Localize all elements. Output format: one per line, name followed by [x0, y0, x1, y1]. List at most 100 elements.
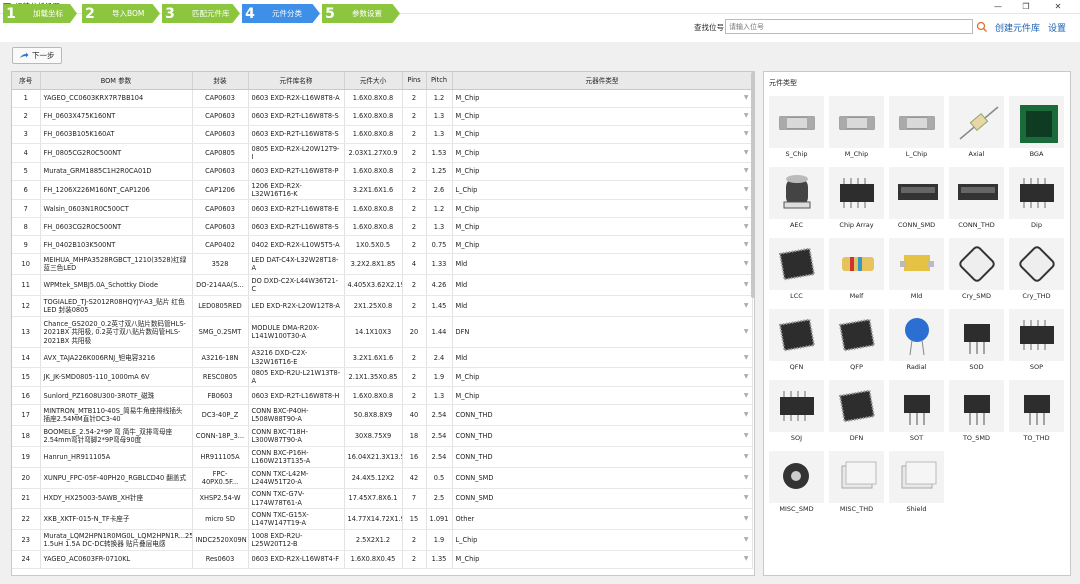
chevron-down-icon[interactable]: ▼	[744, 515, 749, 523]
component-type-tile[interactable]	[949, 96, 1004, 148]
table-row[interactable]: 4 FH_0805CG2R0C500NT CAP0805 0805 EXD-R2X-L…	[12, 143, 753, 163]
minimize-icon[interactable]: —	[986, 0, 1010, 14]
component-type[interactable]: M_Chip ▼	[452, 89, 753, 108]
table-row[interactable]: 11 WPMtek_SMBJ5.0A_Schottky Diode DO-214AA…	[12, 274, 753, 297]
component-type[interactable]: M_Chip ▼	[452, 199, 753, 219]
table-row[interactable]: 23 Murata_LQM2HPN1R0MG0L_LQM2HPN1R...2520…	[12, 529, 753, 551]
chevron-down-icon[interactable]: ▼	[744, 281, 749, 289]
chevron-down-icon[interactable]: ▼	[744, 392, 749, 400]
column-header[interactable]: 元件大小	[344, 72, 403, 90]
component-type[interactable]: CONN_THD ▼	[452, 404, 753, 427]
component-type-tile[interactable]	[829, 167, 884, 219]
component-type-tile[interactable]	[889, 309, 944, 361]
component-type-tile[interactable]	[829, 238, 884, 290]
chevron-down-icon[interactable]: ▼	[744, 555, 749, 563]
chevron-down-icon[interactable]: ▼	[744, 223, 749, 231]
component-type-tile[interactable]	[889, 96, 944, 148]
component-type[interactable]: M_Chip ▼	[452, 125, 753, 144]
component-type-tile[interactable]	[1009, 380, 1064, 432]
component-type-tile[interactable]	[769, 380, 824, 432]
chevron-down-icon[interactable]: ▼	[744, 536, 749, 544]
component-type[interactable]: CONN_THD ▼	[452, 425, 753, 448]
component-type-tile[interactable]	[949, 380, 1004, 432]
table-row[interactable]: 16 Sunlord_PZ1608U300-3R0TF_磁珠 FB0603 0603 …	[12, 386, 753, 406]
chevron-down-icon[interactable]: ▼	[744, 354, 749, 362]
component-type-tile[interactable]	[829, 451, 884, 503]
component-type[interactable]: L_Chip ▼	[452, 529, 753, 551]
step-5[interactable]: 5 参数设置	[322, 4, 400, 23]
table-row[interactable]: 9 FH_0402B103K500NT CAP0402 0402 EXD-R2X-L1…	[12, 235, 753, 255]
component-type-tile[interactable]	[889, 380, 944, 432]
column-header[interactable]: 元器件类型	[452, 72, 753, 90]
create-library-button[interactable]: 创建元件库	[995, 21, 1040, 34]
table-row[interactable]: 20 XUNPU_FPC-05F-40PH20_RGBLCD40 翻盖式 FPC-4…	[12, 467, 753, 490]
component-type[interactable]: Mld ▼	[452, 295, 753, 318]
component-type[interactable]: Mld ▼	[452, 274, 753, 297]
component-type[interactable]: M_Chip ▼	[452, 235, 753, 255]
settings-button[interactable]: 设置	[1048, 21, 1066, 34]
chevron-down-icon[interactable]: ▼	[744, 205, 749, 213]
component-type[interactable]: M_Chip ▼	[452, 217, 753, 237]
component-type-tile[interactable]	[769, 451, 824, 503]
component-type[interactable]: CONN_THD ▼	[452, 446, 753, 469]
component-type-tile[interactable]	[769, 167, 824, 219]
component-type[interactable]: CONN_SMD ▼	[452, 467, 753, 490]
component-type-tile[interactable]	[889, 238, 944, 290]
step-4[interactable]: 4 元件分类	[242, 4, 320, 23]
component-type-tile[interactable]	[949, 309, 1004, 361]
component-type[interactable]: CONN_SMD ▼	[452, 488, 753, 509]
table-row[interactable]: 17 MINTRON_MTB110-40S_简易牛角座排线插头插座2.54MM直针…	[12, 404, 753, 427]
chevron-down-icon[interactable]: ▼	[744, 241, 749, 249]
component-type[interactable]: L_Chip ▼	[452, 180, 753, 201]
chevron-down-icon[interactable]: ▼	[744, 373, 749, 381]
component-type-tile[interactable]	[1009, 238, 1064, 290]
chevron-down-icon[interactable]: ▼	[744, 474, 749, 482]
table-row[interactable]: 13 Chance_GS2020_0.2英寸双八贴片数码管HLS-2021BX 共…	[12, 316, 753, 349]
component-type-tile[interactable]	[769, 238, 824, 290]
component-type[interactable]: Mld ▼	[452, 253, 753, 276]
component-type-tile[interactable]	[829, 380, 884, 432]
chevron-down-icon[interactable]: ▼	[744, 94, 749, 102]
component-type[interactable]: M_Chip ▼	[452, 107, 753, 126]
column-header[interactable]: BOM 参数	[40, 72, 193, 90]
component-type[interactable]: M_Chip ▼	[452, 367, 753, 388]
component-type-tile[interactable]	[769, 96, 824, 148]
chevron-down-icon[interactable]: ▼	[744, 453, 749, 461]
component-type[interactable]: M_Chip ▼	[452, 143, 753, 163]
table-row[interactable]: 3 FH_0603B105K160AT CAP0603 0603 EXD-R2T-L1…	[12, 125, 753, 144]
component-type-tile[interactable]	[829, 96, 884, 148]
component-type-tile[interactable]	[1009, 167, 1064, 219]
column-header[interactable]: 元件库名称	[248, 72, 345, 90]
component-type-tile[interactable]	[949, 238, 1004, 290]
table-scrollbar[interactable]	[751, 72, 755, 298]
table-row[interactable]: 10 MEIHUA_MHPA3528RGBCT_1210(3528)红绿蓝三色LE…	[12, 253, 753, 276]
column-header[interactable]: Pitch	[426, 72, 453, 90]
table-row[interactable]: 5 Murata_GRM1885C1H2R0CA01D CAP0603 0603 EX…	[12, 162, 753, 181]
next-step-button[interactable]: 下一步	[12, 47, 62, 64]
step-2[interactable]: 2 导入BOM	[82, 4, 160, 23]
chevron-down-icon[interactable]: ▼	[744, 130, 749, 138]
component-type-tile[interactable]	[1009, 309, 1064, 361]
table-row[interactable]: 15 JK_JK-SMD0805-110_1000mA 6V RESC0805 080…	[12, 367, 753, 388]
component-type-tile[interactable]	[889, 451, 944, 503]
search-icon[interactable]	[976, 21, 988, 33]
table-row[interactable]: 21 HXDY_HX25003-5AWB_XH针座 XHSP2.54-W CONN T…	[12, 488, 753, 509]
column-header[interactable]: Pins	[402, 72, 427, 90]
column-header[interactable]: 封装	[192, 72, 249, 90]
chevron-down-icon[interactable]: ▼	[744, 328, 749, 336]
component-type-tile[interactable]	[769, 309, 824, 361]
table-row[interactable]: 6 FH_1206X226M160NT_CAP1206 CAP1206 1206 EX…	[12, 180, 753, 201]
chevron-down-icon[interactable]: ▼	[744, 260, 749, 268]
component-type[interactable]: DFN ▼	[452, 316, 753, 349]
chevron-down-icon[interactable]: ▼	[744, 112, 749, 120]
component-type[interactable]: M_Chip ▼	[452, 550, 753, 569]
component-type[interactable]: M_Chip ▼	[452, 162, 753, 181]
table-row[interactable]: 12 TOGIALED_TJ-S2012R08HQYJY-A3_贴片 红色LED …	[12, 295, 753, 318]
chevron-down-icon[interactable]: ▼	[744, 167, 749, 175]
chevron-down-icon[interactable]: ▼	[744, 302, 749, 310]
component-type-tile[interactable]	[1009, 96, 1064, 148]
table-row[interactable]: 14 AVX_TAJA226K006RNJ_钽电容3216 A3216-18N A32…	[12, 347, 753, 368]
table-row[interactable]: 1 YAGEO_CC0603KRX7R7BB104 CAP0603 0603 EXD-…	[12, 89, 753, 108]
table-row[interactable]: 18 BOOMELE_2.54-2*9P 弯 简牛_双排弯母座2.54mm弯针弯脚…	[12, 425, 753, 448]
component-type[interactable]: Other ▼	[452, 508, 753, 530]
